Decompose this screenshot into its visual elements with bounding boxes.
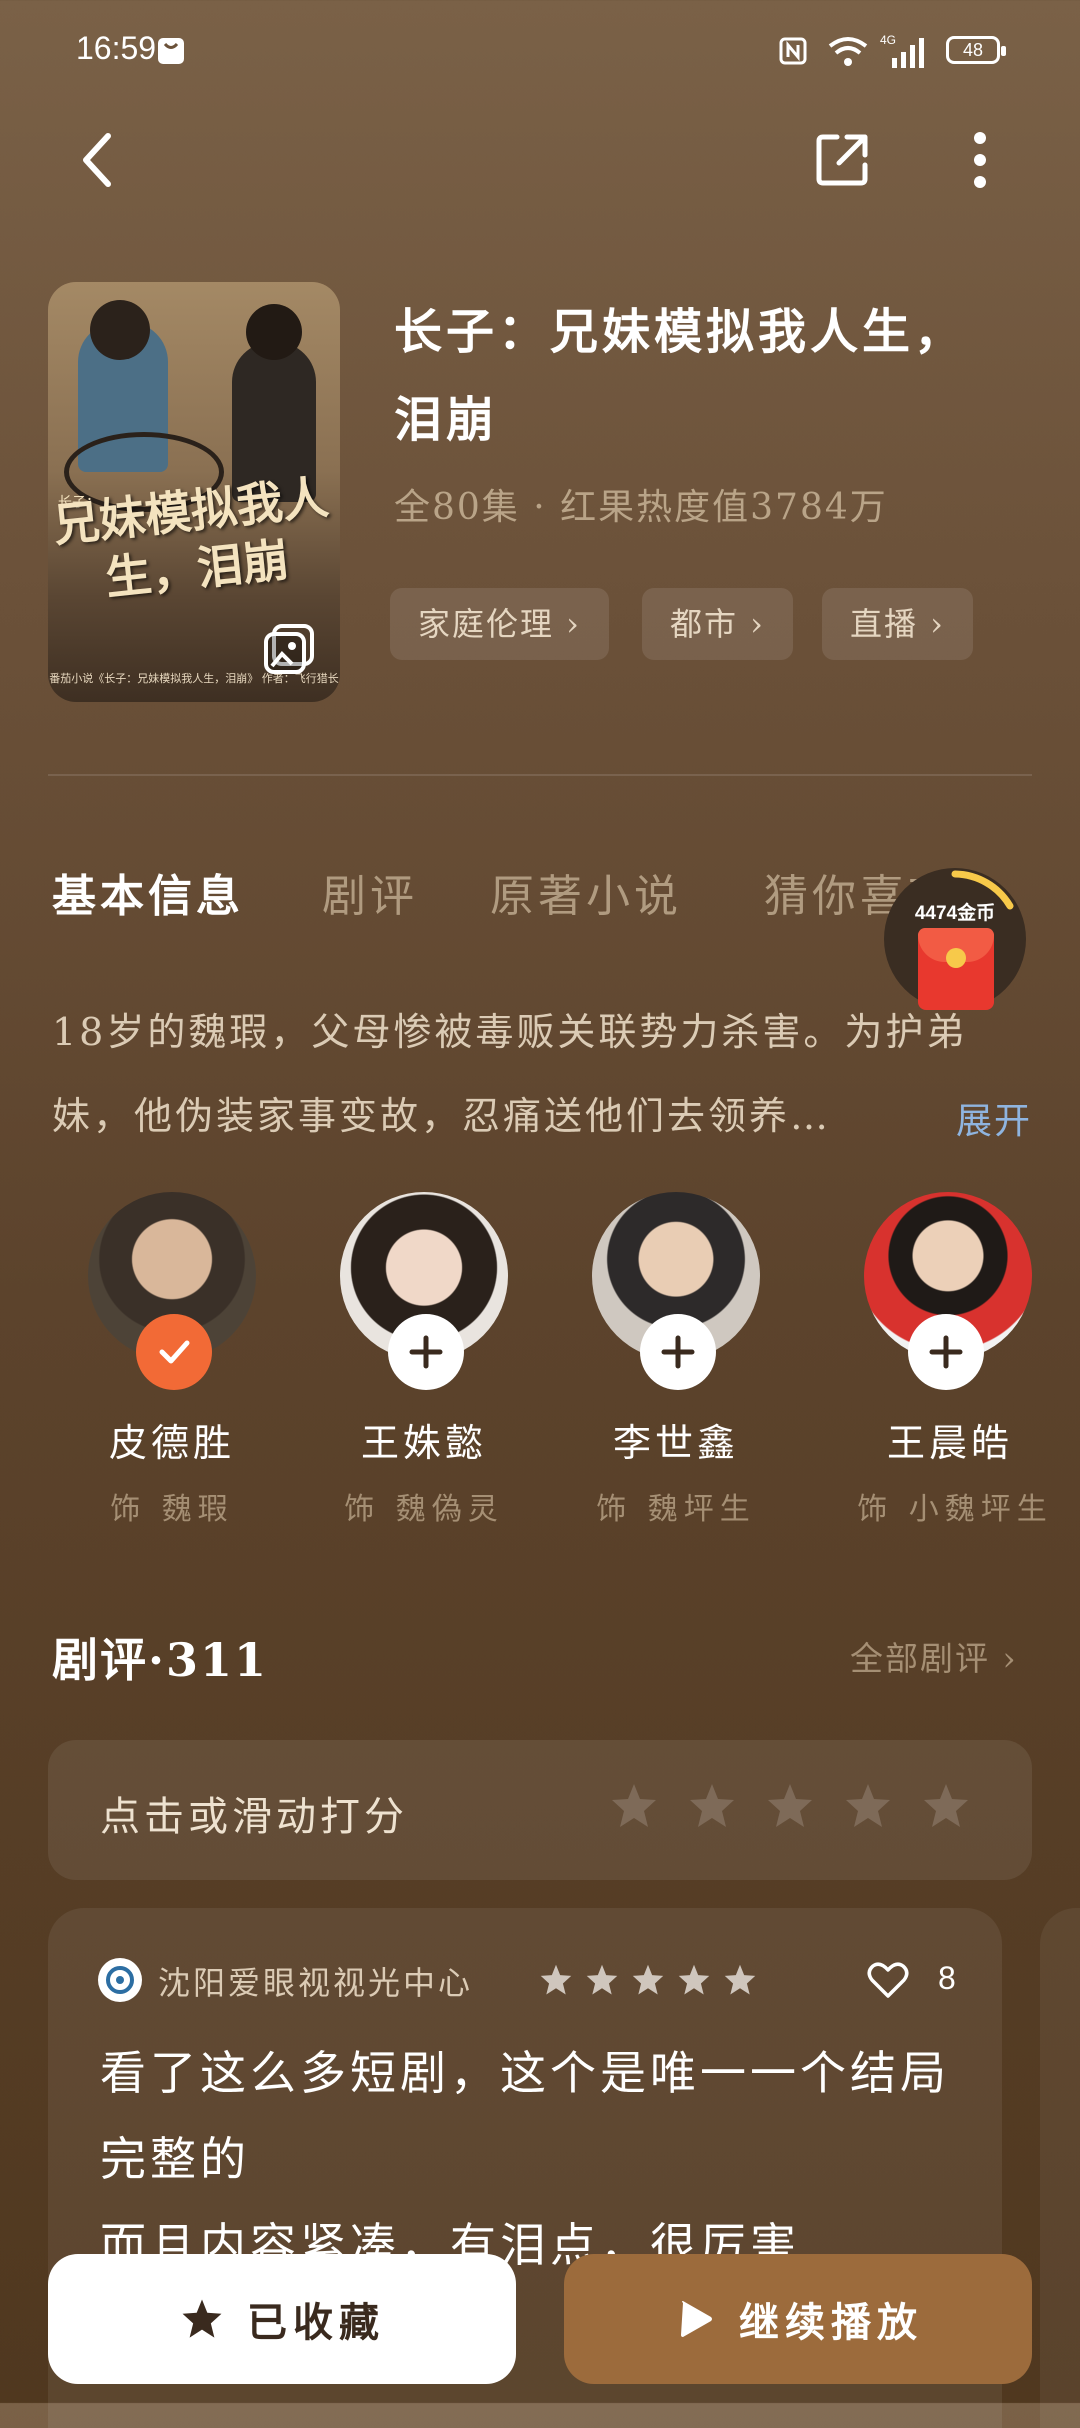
cast-name: 李世鑫 <box>612 1421 739 1465</box>
rating-prompt: 点击或滑动打分 <box>100 1794 408 1840</box>
more-vertical-icon <box>974 132 986 188</box>
synopsis: 18岁的魏瑕，父母惨被毒贩关联势力杀害。为护弟妹，他伪装家事变故，忍痛送他们去领… <box>52 1010 968 1138</box>
follow-button[interactable] <box>908 1314 984 1390</box>
wifi-icon <box>828 37 868 66</box>
review-star-icon <box>678 1964 710 1995</box>
play-icon <box>681 2301 712 2337</box>
tag-family[interactable]: 家庭伦理 › <box>390 588 609 660</box>
notification-icon <box>158 38 184 64</box>
review-star-icon <box>632 1964 664 1995</box>
poster-head-right <box>246 304 302 360</box>
tab-reviews[interactable]: 剧评 <box>322 860 418 924</box>
poster-head-left <box>90 300 150 360</box>
rating-star-icon[interactable] <box>608 1780 660 1832</box>
reviewer-logo-icon <box>106 1966 134 1994</box>
review-text: 看了这么多短剧，这个是唯一一个结局完整的 而且内容紧凑，有泪点，很厉害… <box>100 2046 950 2272</box>
svg-text:4G: 4G <box>880 33 896 47</box>
divider <box>48 774 1032 776</box>
cast-name: 王晨皓 <box>886 1421 1013 1465</box>
drama-title: 长子：兄妹模拟我人生，泪崩 <box>394 304 967 448</box>
collect-button[interactable]: 已收藏 <box>48 2254 516 2384</box>
rating-star-icon[interactable] <box>920 1780 972 1832</box>
cast-role: 饰 魏坪生 <box>596 1492 756 1527</box>
plus-icon <box>409 1335 443 1369</box>
nfc-icon <box>779 37 807 65</box>
cast-role: 饰 魏偽灵 <box>344 1492 504 1527</box>
play-label: 继续播放 <box>739 2299 923 2346</box>
review-star-icon <box>724 1964 756 1995</box>
review-star-icon <box>586 1964 618 1995</box>
tag-city[interactable]: 都市 › <box>642 588 793 660</box>
share-button[interactable] <box>802 120 882 200</box>
reviewer-avatar[interactable] <box>98 1958 142 2002</box>
star-filled-icon <box>182 2299 222 2338</box>
check-icon <box>159 1340 190 1364</box>
battery-icon: 48 <box>946 36 1006 64</box>
cast-name: 皮德胜 <box>108 1421 235 1465</box>
collect-label: 已收藏 <box>247 2299 385 2346</box>
status-bar: 16:59 4G 48 <box>0 0 1080 110</box>
signal-icon: 4G <box>880 33 924 68</box>
followed-button[interactable] <box>136 1314 212 1390</box>
more-button[interactable] <box>940 120 1020 200</box>
rating-star-icon[interactable] <box>842 1780 894 1832</box>
cast-role: 饰 小魏坪生 <box>857 1492 1053 1527</box>
follow-button[interactable] <box>640 1314 716 1390</box>
status-time: 16:59 <box>76 30 157 66</box>
drama-meta: 全80集 · 红果热度值3784万 <box>394 487 888 528</box>
all-reviews-link[interactable]: 全部剧评 › <box>850 1632 1018 1680</box>
tab-basic-info[interactable]: 基本信息 <box>52 860 244 924</box>
back-button[interactable] <box>58 120 138 200</box>
expand-link[interactable]: 展开 <box>956 1092 1032 1144</box>
reviewer-name[interactable]: 沈阳爱眼视视光中心 <box>158 1958 473 2004</box>
plus-icon <box>929 1335 963 1369</box>
rating-star-icon[interactable] <box>686 1780 738 1832</box>
reviews-header: 剧评·311 <box>52 1633 269 1687</box>
red-envelope-seal <box>946 948 966 968</box>
rating-star-icon[interactable] <box>764 1780 816 1832</box>
heart-icon[interactable] <box>866 1958 910 2002</box>
continue-play-button[interactable]: 继续播放 <box>564 2254 1032 2384</box>
back-arrow-icon <box>83 133 111 187</box>
follow-button[interactable] <box>388 1314 464 1390</box>
share-icon <box>816 134 868 186</box>
review-star-icon <box>540 1964 572 1995</box>
drama-poster[interactable]: 长子： 兄妹模拟我人生，泪崩 番茄小说《长子：兄妹模拟我人生，泪崩》 作者：飞行… <box>48 282 340 702</box>
like-count: 8 <box>938 1960 956 1996</box>
coin-label: 4474金币 <box>914 903 996 924</box>
tab-original-novel[interactable]: 原著小说 <box>490 860 682 924</box>
review-card-next[interactable] <box>1040 1908 1080 2428</box>
cast-name: 王姝懿 <box>360 1421 487 1465</box>
cast-role: 饰 魏瑕 <box>110 1492 234 1527</box>
tag-live[interactable]: 直播 › <box>822 588 973 660</box>
plus-icon <box>661 1335 695 1369</box>
image-gallery-icon[interactable] <box>262 622 316 676</box>
